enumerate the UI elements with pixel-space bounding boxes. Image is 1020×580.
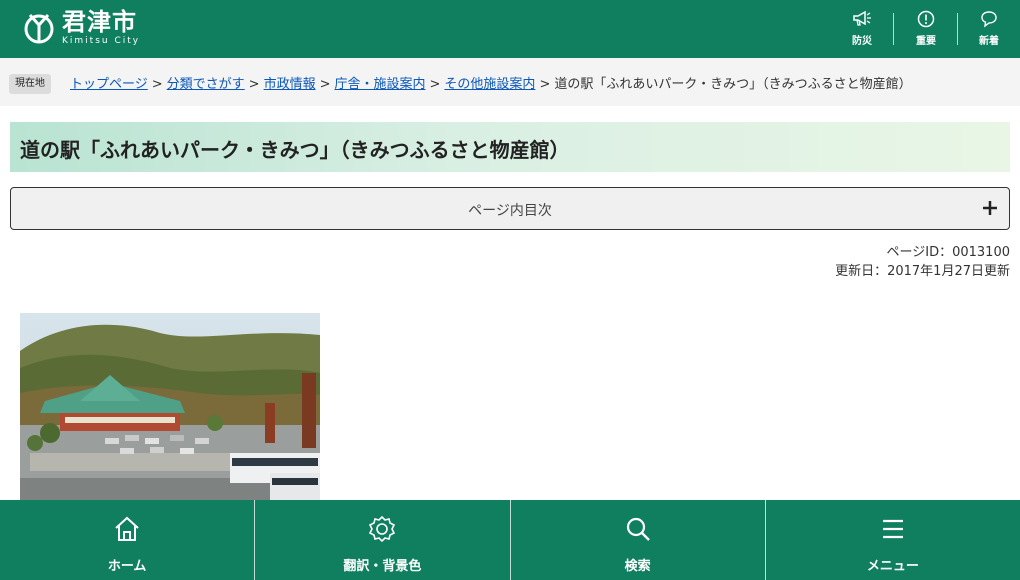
breadcrumb-separator: > [539, 77, 551, 92]
gear-icon [369, 515, 396, 543]
site-logo[interactable]: 君津市 Kimitsu City [22, 10, 140, 46]
toc-label: ページ内目次 [468, 203, 552, 219]
breadcrumb-link-top[interactable]: トップページ [70, 77, 148, 92]
page-title: 道の駅「ふれあいパーク・きみつ」（きみつふるさと物産館） [20, 138, 570, 162]
logo-subtitle: Kimitsu City [62, 36, 141, 46]
nav-home-button[interactable]: ホーム [0, 500, 254, 580]
roadside-station-photo [20, 313, 320, 503]
nav-search-button[interactable]: 検索 [509, 500, 765, 580]
breadcrumb-separator: > [319, 77, 331, 92]
nav-menu-button[interactable]: メニュー [764, 500, 1020, 580]
disaster-button[interactable]: 防災 [837, 10, 887, 50]
menu-icon [882, 519, 903, 539]
logo-title: 君津市 [62, 8, 137, 36]
important-label: 重要 [916, 36, 936, 47]
breadcrumb-badge: 現在地 [9, 74, 51, 94]
nav-menu-label: メニュー [866, 559, 919, 574]
site-header: 君津市 Kimitsu City 防災 重要 新着 [0, 0, 1020, 58]
header-divider [957, 13, 958, 45]
search-icon [626, 517, 650, 541]
nav-home-label: ホーム [107, 559, 147, 574]
header-divider [893, 13, 894, 45]
news-button[interactable]: 新着 [964, 10, 1014, 50]
nav-search-label: 検索 [624, 559, 651, 574]
page-title-box: 道の駅「ふれあいパーク・きみつ」（きみつふるさと物産館） [10, 122, 1010, 172]
bottom-navigation: ホーム 翻訳・背景色 検索 メニュー [0, 500, 1020, 580]
plus-icon [983, 201, 997, 215]
news-label: 新着 [979, 36, 999, 47]
breadcrumb-current: 道の駅「ふれあいパーク・きみつ」（きみつふるさと物産館） [554, 77, 912, 92]
breadcrumb-trail: トップページ > 分類でさがす > 市政情報 > 庁舎・施設案内 > その他施設案内 > 道の駅「ふ… [70, 73, 912, 92]
page-meta: ページID：0013100 更新日：2017年1月27日更新 [835, 243, 1010, 281]
speech-bubble-icon [981, 11, 997, 28]
toc-toggle[interactable]: ページ内目次 [10, 187, 1010, 230]
nav-translate-button[interactable]: 翻訳・背景色 [254, 500, 509, 580]
nav-translate-label: 翻訳・背景色 [343, 559, 422, 574]
disaster-label: 防災 [852, 36, 872, 47]
breadcrumb: 現在地 トップページ > 分類でさがす > 市政情報 > 庁舎・施設案内 > その他施設案内 > 道… [0, 58, 1020, 106]
city-emblem-icon [24, 13, 54, 44]
breadcrumb-separator: > [248, 77, 260, 92]
breadcrumb-link-category[interactable]: 分類でさがす [167, 77, 245, 92]
megaphone-icon [853, 10, 871, 26]
page-id: ページID：0013100 [886, 245, 1010, 260]
breadcrumb-link-other-facilities[interactable]: その他施設案内 [444, 77, 535, 92]
important-button[interactable]: 重要 [901, 10, 951, 50]
breadcrumb-separator: > [429, 77, 441, 92]
breadcrumb-link-facilities[interactable]: 庁舎・施設案内 [335, 77, 426, 92]
breadcrumb-separator: > [151, 77, 163, 92]
alert-circle-icon [917, 10, 935, 28]
home-icon [115, 516, 139, 541]
updated-date: 更新日：2017年1月27日更新 [835, 264, 1010, 279]
breadcrumb-link-city-info[interactable]: 市政情報 [264, 77, 316, 92]
